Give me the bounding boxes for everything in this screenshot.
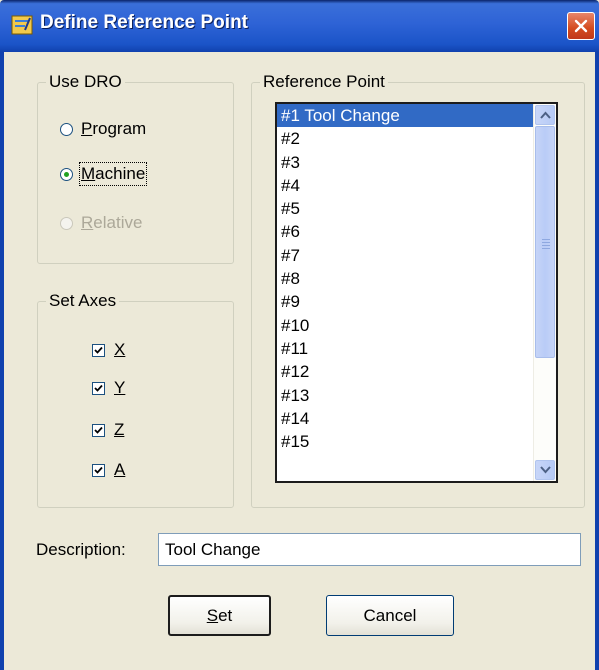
radio-program-label[interactable]: Program xyxy=(81,119,146,139)
list-item[interactable]: #8 xyxy=(277,267,534,290)
cancel-button[interactable]: Cancel xyxy=(326,595,454,636)
axis-a-label[interactable]: A xyxy=(114,460,125,480)
close-icon xyxy=(574,19,588,33)
axis-z-label[interactable]: Z xyxy=(114,420,124,440)
axis-x-checkbox-row[interactable]: X xyxy=(92,339,125,361)
axis-z-checkbox[interactable] xyxy=(92,423,105,437)
reference-point-label: Reference Point xyxy=(260,72,388,92)
list-item[interactable]: #2 xyxy=(277,127,534,150)
chevron-down-icon xyxy=(540,466,551,474)
list-item[interactable]: #14 xyxy=(277,407,534,430)
list-item[interactable]: #11 xyxy=(277,337,534,360)
radio-machine-label[interactable]: Machine xyxy=(78,162,148,186)
list-item[interactable]: #3 xyxy=(277,151,534,174)
axis-y-label[interactable]: Y xyxy=(114,378,125,398)
reference-point-list: #1 Tool Change #2 #3 #4 #5 #6 #7 #8 #9 #10 #11 #12 #… xyxy=(277,104,534,453)
radio-program[interactable]: Program xyxy=(60,117,146,141)
checkmark-icon xyxy=(94,384,103,392)
axis-x-label[interactable]: X xyxy=(114,340,125,360)
window-title: Define Reference Point xyxy=(40,12,248,33)
chevron-up-icon xyxy=(540,111,551,119)
scroll-thumb[interactable] xyxy=(535,126,555,358)
scroll-grip xyxy=(542,242,550,243)
axis-a-checkbox[interactable] xyxy=(92,463,105,477)
list-item[interactable]: #15 xyxy=(277,430,534,453)
description-label: Description: xyxy=(36,540,126,559)
radio-relative-label[interactable]: Relative xyxy=(81,213,142,233)
axis-z-checkbox-row[interactable]: Z xyxy=(92,419,124,441)
description-input[interactable] xyxy=(158,533,581,566)
listbox-scrollbar[interactable] xyxy=(533,104,556,481)
list-item[interactable]: #9 xyxy=(277,290,534,313)
set-button[interactable]: Set xyxy=(168,595,271,636)
radio-program-indicator[interactable] xyxy=(60,122,73,136)
list-item[interactable]: #10 xyxy=(277,314,534,337)
use-dro-label: Use DRO xyxy=(46,72,125,92)
list-item[interactable]: #5 xyxy=(277,197,534,220)
scroll-grip xyxy=(542,245,550,246)
axis-y-checkbox[interactable] xyxy=(92,381,105,395)
radio-machine-indicator[interactable] xyxy=(60,167,73,181)
checkmark-icon xyxy=(94,346,103,354)
axis-y-checkbox-row[interactable]: Y xyxy=(92,377,125,399)
scroll-grip xyxy=(542,239,550,240)
axis-a-checkbox-row[interactable]: A xyxy=(92,459,125,481)
list-item[interactable]: #7 xyxy=(277,244,534,267)
title-bar[interactable]: Define Reference Point xyxy=(0,0,599,52)
set-axes-label: Set Axes xyxy=(46,291,120,311)
list-item[interactable]: #13 xyxy=(277,384,534,407)
checkmark-icon xyxy=(94,426,103,434)
app-icon xyxy=(11,15,33,35)
scroll-grip xyxy=(542,248,550,249)
scroll-up-button[interactable] xyxy=(535,105,555,125)
window-frame-right xyxy=(595,52,599,670)
list-item[interactable]: #12 xyxy=(277,360,534,383)
close-button[interactable] xyxy=(567,12,595,40)
set-axes-group: Set Axes X Y Z A xyxy=(37,291,234,508)
list-item[interactable]: #4 xyxy=(277,174,534,197)
use-dro-group: Use DRO Program Machine Relative xyxy=(37,72,234,264)
axis-x-checkbox[interactable] xyxy=(92,343,105,357)
scroll-down-button[interactable] xyxy=(535,460,555,480)
radio-relative-indicator[interactable] xyxy=(60,216,73,230)
list-item[interactable]: #6 xyxy=(277,220,534,243)
radio-relative[interactable]: Relative xyxy=(60,211,142,235)
cancel-button-label: Cancel xyxy=(363,606,417,625)
window-frame-left xyxy=(0,52,4,670)
list-item[interactable]: #1 Tool Change xyxy=(277,104,534,128)
reference-point-listbox[interactable]: #1 Tool Change #2 #3 #4 #5 #6 #7 #8 #9 #10 #11 #12 #… xyxy=(275,102,558,483)
radio-machine[interactable]: Machine xyxy=(60,162,148,186)
checkmark-icon xyxy=(94,466,103,474)
